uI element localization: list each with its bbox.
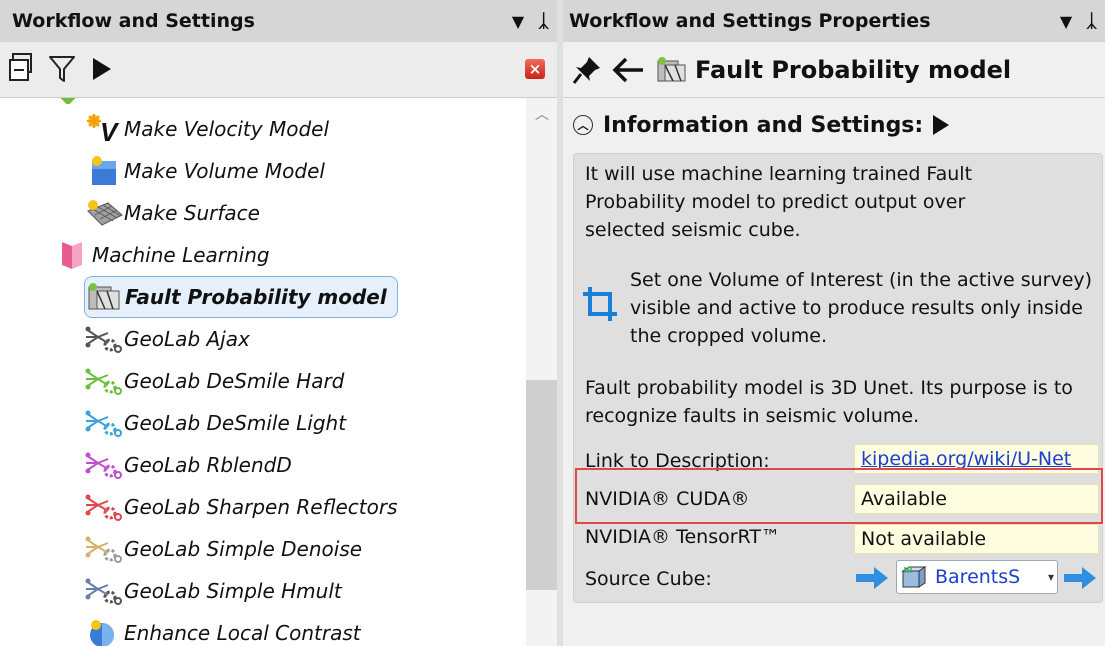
back-arrow-icon[interactable]: [611, 55, 645, 85]
workflow-toolbar: ×: [0, 42, 557, 98]
tree-item-geolab-simple-hmult[interactable]: GeoLab Simple Hmult: [84, 572, 342, 610]
tree-item-label: GeoLab Simple Denoise: [124, 537, 363, 561]
tree-item-geolab-desmile-hard[interactable]: GeoLab DeSmile Hard: [84, 362, 344, 400]
crop-icon: [583, 287, 617, 321]
tree-item-label: Make Volume Model: [124, 159, 325, 183]
velocity-model-icon: V: [84, 113, 124, 145]
cuda-highlight-box: [575, 468, 1103, 524]
fault-model-icon: [657, 56, 686, 81]
tree-folder-machine-learning[interactable]: Machine Learning: [52, 236, 270, 274]
geolab-icon: [84, 575, 124, 607]
collapse-all-icon[interactable]: [8, 52, 34, 84]
tree-item-fault-probability-model[interactable]: Fault Probability model: [84, 276, 398, 318]
geolab-icon: [84, 491, 124, 523]
tree-item-label: Make Surface: [124, 201, 260, 225]
contrast-icon: [84, 617, 124, 646]
tree-item-geolab-ajax[interactable]: GeoLab Ajax: [84, 320, 250, 358]
source-cube-control: BarentsS ▾: [854, 560, 1099, 596]
panel-menu-dropdown-icon[interactable]: ▼: [1060, 12, 1072, 31]
tree-item-label: GeoLab DeSmile Hard: [124, 369, 345, 393]
run-icon[interactable]: [90, 56, 114, 82]
panel-menu-dropdown-icon[interactable]: ▼: [512, 12, 524, 31]
pin-icon[interactable]: ᛣ: [1086, 11, 1097, 32]
source-cube-value: BarentsS: [935, 566, 1021, 588]
pin-icon[interactable]: ᛣ: [538, 11, 549, 32]
tensorrt-label: NVIDIA® TensorRT™: [585, 526, 780, 548]
chevron-down-icon[interactable]: ▾: [1048, 570, 1054, 584]
model-note-text: Fault probability model is 3D Unet. Its …: [585, 377, 1073, 427]
tree-item-label: GeoLab Sharpen Reflectors: [124, 495, 398, 519]
arrow-left-input-icon[interactable]: [854, 565, 890, 591]
tree-item-label: GeoLab Ajax: [124, 327, 250, 351]
surface-icon: [84, 197, 124, 229]
geolab-icon: [84, 365, 124, 397]
info-card: It will use machine learning trained Fau…: [573, 153, 1103, 603]
partial-item-icon: [60, 98, 76, 104]
properties-header-title: Fault Probability model: [695, 55, 1012, 84]
scrollbar-thumb[interactable]: [526, 380, 557, 590]
tree-item-geolab-desmile-light[interactable]: GeoLab DeSmile Light: [84, 404, 346, 442]
tree-item-label: Machine Learning: [92, 243, 270, 267]
tree-item-label: GeoLab RblendD: [124, 453, 292, 477]
section-title: Information and Settings:: [603, 112, 924, 138]
source-cube-select[interactable]: BarentsS ▾: [896, 560, 1058, 594]
workflow-tree: V Make Velocity Model Make Volume Model: [0, 98, 526, 646]
tree-item-label: Fault Probability model: [125, 285, 387, 309]
seismic-cube-icon: [901, 566, 927, 588]
scroll-up-icon[interactable]: ︿: [535, 104, 549, 124]
properties-panel-title: Workflow and Settings Properties: [569, 10, 931, 32]
geolab-icon: [84, 407, 124, 439]
pushpin-icon[interactable]: [571, 54, 603, 86]
tree-item-geolab-sharpen-reflectors[interactable]: GeoLab Sharpen Reflectors: [84, 488, 398, 526]
workflow-panel-title: Workflow and Settings: [12, 10, 255, 32]
properties-toolbar: Fault Probability model: [563, 42, 1105, 98]
properties-panel-titlebar: Workflow and Settings Properties ▼ ᛣ: [563, 0, 1105, 42]
source-cube-label: Source Cube:: [585, 568, 712, 590]
close-icon[interactable]: ×: [525, 59, 545, 79]
tree-scrollbar[interactable]: ︿: [526, 98, 557, 646]
folder-icon: [52, 239, 92, 271]
info-section-header[interactable]: ︿ Information and Settings:: [573, 104, 951, 146]
svg-text:V: V: [100, 117, 120, 145]
tree-item-geolab-simple-denoise[interactable]: GeoLab Simple Denoise: [84, 530, 362, 568]
run-icon[interactable]: [931, 114, 951, 136]
tree-item-label: GeoLab DeSmile Light: [124, 411, 347, 435]
tree-item-geolab-rblendd[interactable]: GeoLab RblendD: [84, 446, 292, 484]
workflow-panel-titlebar: Workflow and Settings ▼ ᛣ: [0, 0, 557, 42]
properties-panel: Workflow and Settings Properties ▼ ᛣ Fau…: [557, 0, 1105, 646]
geolab-icon: [84, 323, 124, 355]
fault-model-icon: [85, 281, 125, 313]
tree-item-make-volume-model[interactable]: Make Volume Model: [84, 152, 325, 190]
voi-note-text: Set one Volume of Interest (in the activ…: [630, 269, 1093, 347]
tensorrt-status-value: Not available: [854, 524, 1099, 554]
volume-model-icon: [84, 155, 124, 187]
tree-item-label: Enhance Local Contrast: [124, 621, 361, 645]
geolab-icon: [84, 449, 124, 481]
description-text: It will use machine learning trained Fau…: [585, 163, 973, 241]
tree-item-label: Make Velocity Model: [124, 117, 329, 141]
tree-item-enhance-local-contrast[interactable]: Enhance Local Contrast: [84, 614, 361, 646]
tree-item-make-velocity-model[interactable]: V Make Velocity Model: [84, 110, 329, 148]
geolab-icon: [84, 533, 124, 565]
tree-item-label: GeoLab Simple Hmult: [124, 579, 342, 603]
workflow-panel: Workflow and Settings ▼ ᛣ × V Make Veloc…: [0, 0, 557, 646]
tree-item-make-surface[interactable]: Make Surface: [84, 194, 260, 232]
collapse-section-icon[interactable]: ︿: [573, 115, 593, 135]
filter-icon[interactable]: [48, 54, 76, 84]
arrow-right-output-icon[interactable]: [1062, 565, 1098, 591]
